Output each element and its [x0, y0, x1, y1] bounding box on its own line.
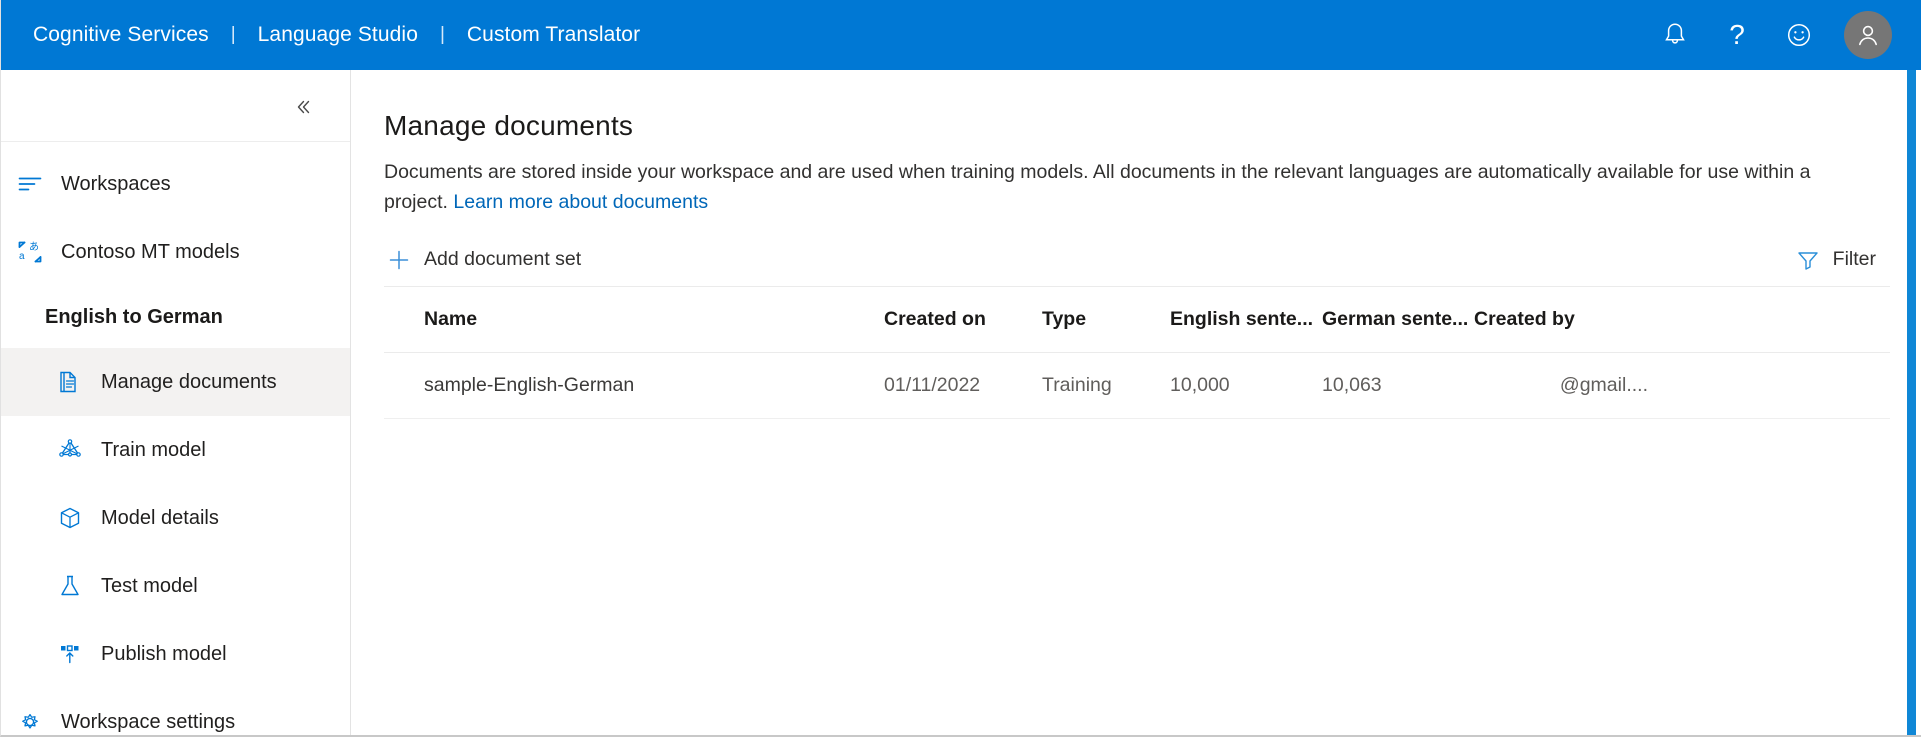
neural-network-icon: [53, 433, 87, 467]
toolbar-right-actions: Filter: [1793, 240, 1890, 280]
top-bar-actions: ?: [1644, 0, 1921, 70]
sidebar-item-model-details[interactable]: Model details: [1, 484, 350, 552]
breadcrumb-item-language-studio[interactable]: Language Studio: [258, 23, 418, 47]
gear-icon: [13, 705, 47, 735]
cell-name: sample-English-German: [424, 374, 635, 397]
column-header-created-on[interactable]: Created on: [884, 308, 1042, 331]
right-edge-scrollbar[interactable]: [1907, 70, 1916, 735]
filter-label: Filter: [1832, 248, 1876, 271]
cell-german-sentences: 10,063: [1322, 374, 1382, 397]
workspaces-list-icon: [13, 167, 47, 201]
left-sidebar: Workspaces a あ Contoso MT models English…: [1, 70, 351, 735]
sidebar-item-publish-model[interactable]: Publish model: [1, 620, 350, 688]
svg-text:a: a: [19, 251, 25, 262]
sidebar-item-contoso-mt-models[interactable]: a あ Contoso MT models: [1, 218, 350, 286]
filter-button[interactable]: Filter: [1793, 240, 1890, 280]
column-header-type[interactable]: Type: [1042, 308, 1170, 331]
cell-created-by: @gmail....: [1559, 374, 1648, 397]
breadcrumb-separator-2: |: [439, 24, 445, 45]
sidebar-item-manage-documents[interactable]: Manage documents: [1, 348, 350, 416]
table-header-row: Name Created on Type English sente... Ge…: [384, 287, 1890, 354]
translator-models-icon: a あ: [13, 235, 47, 269]
top-navigation-bar: Cognitive Services | Language Studio | C…: [1, 0, 1921, 70]
publish-upload-icon: [53, 637, 87, 671]
notification-bell-icon[interactable]: [1644, 0, 1706, 70]
feedback-smiley-icon[interactable]: [1768, 0, 1830, 70]
sidebar-item-train-model[interactable]: Train model: [1, 416, 350, 484]
sidebar-nav-list: Workspaces a あ Contoso MT models English…: [1, 142, 350, 735]
add-document-set-button[interactable]: Add document set: [384, 240, 595, 280]
table-row[interactable]: sample-English-German 01/11/2022 Trainin…: [384, 353, 1890, 420]
column-header-german-sentences[interactable]: German sente...: [1322, 308, 1474, 331]
add-document-set-label: Add document set: [424, 248, 582, 271]
plus-icon: [384, 245, 414, 275]
page-title: Manage documents: [384, 110, 634, 141]
breadcrumb-separator-1: |: [230, 24, 236, 45]
avatar[interactable]: [1844, 11, 1892, 59]
main-content: Manage documents Documents are stored in…: [352, 70, 1921, 735]
sidebar-group-title: English to German: [45, 305, 223, 328]
column-header-created-by[interactable]: Created by: [1474, 308, 1654, 331]
breadcrumb-item-custom-translator[interactable]: Custom Translator: [467, 23, 640, 47]
page-description: Documents are stored inside your workspa…: [352, 142, 1862, 217]
sidebar-item-label: Workspaces: [61, 172, 171, 195]
documents-toolbar: Add document set Filter: [384, 233, 1890, 288]
box-package-icon: [53, 501, 87, 535]
svg-text:あ: あ: [29, 241, 39, 253]
sidebar-item-label: Model details: [101, 506, 219, 529]
cell-created-on: 01/11/2022: [884, 374, 981, 397]
custom-translator-app: Cognitive Services | Language Studio | C…: [0, 0, 1921, 737]
sidebar-item-label: Train model: [101, 438, 206, 461]
sidebar-item-workspaces[interactable]: Workspaces: [1, 150, 350, 218]
sidebar-item-label: Contoso MT models: [61, 240, 240, 263]
help-question-icon[interactable]: ?: [1706, 0, 1768, 70]
funnel-filter-icon: [1793, 245, 1823, 275]
cell-english-sentences: 10,000: [1170, 374, 1230, 397]
sidebar-item-label: Test model: [101, 574, 198, 597]
column-header-english-sentences[interactable]: English sente...: [1170, 308, 1322, 331]
breadcrumb: Cognitive Services | Language Studio | C…: [1, 23, 640, 47]
sidebar-item-label: Publish model: [101, 642, 227, 665]
collapse-sidebar-button[interactable]: [288, 92, 318, 122]
sidebar-item-workspace-settings[interactable]: Workspace settings: [1, 688, 350, 735]
column-header-name[interactable]: Name: [384, 308, 884, 331]
breadcrumb-item-cognitive-services[interactable]: Cognitive Services: [33, 23, 209, 47]
flask-beaker-icon: [53, 569, 87, 603]
documents-table: Name Created on Type English sente... Ge…: [384, 287, 1890, 420]
sidebar-item-test-model[interactable]: Test model: [1, 552, 350, 620]
sidebar-item-label: Workspace settings: [61, 710, 236, 733]
learn-more-link[interactable]: Learn more about documents: [453, 191, 708, 213]
sidebar-item-label: Manage documents: [101, 370, 277, 393]
sidebar-collapse-row: [1, 70, 350, 142]
document-icon: [53, 365, 87, 399]
cell-type: Training: [1042, 374, 1112, 397]
